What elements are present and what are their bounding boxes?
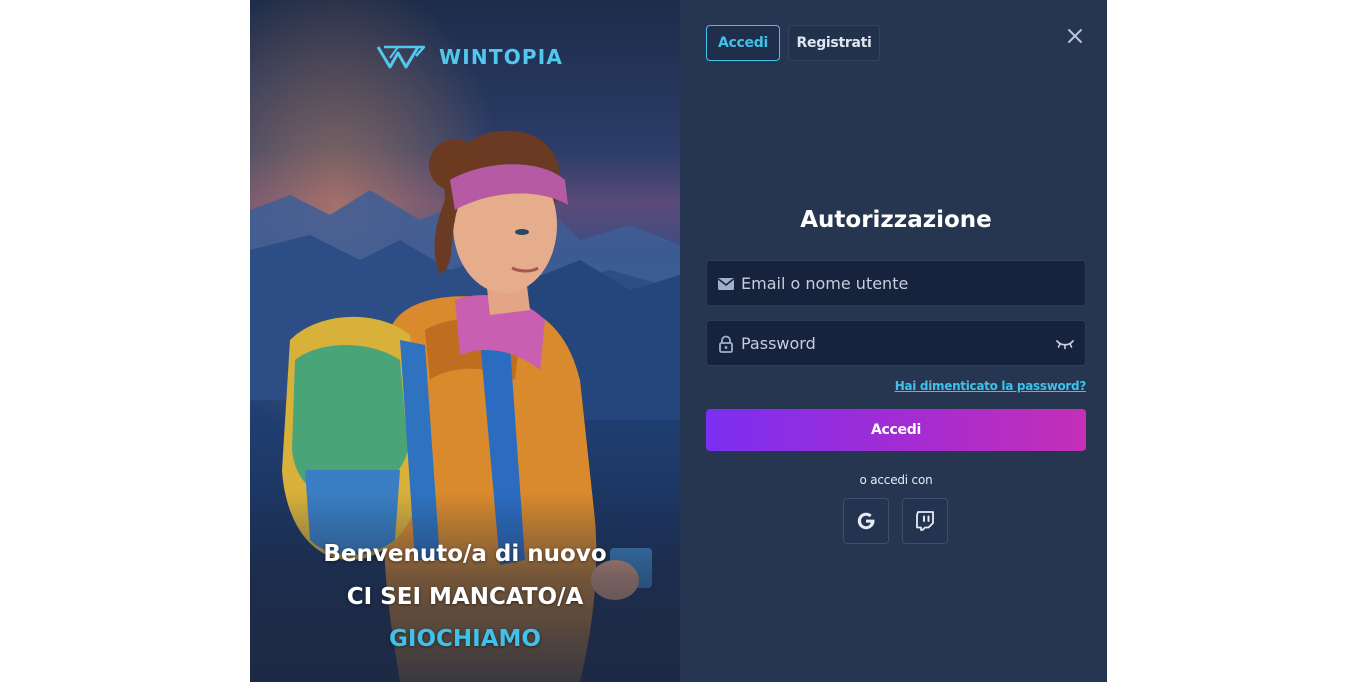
envelope-icon xyxy=(718,278,734,290)
google-icon xyxy=(857,512,875,530)
tab-register[interactable]: Registrati xyxy=(788,25,880,61)
social-login-label: o accedi con xyxy=(859,473,933,487)
hero-panel: WINTOPIA Benvenuto/a di nuovo CI SEI MAN… xyxy=(250,0,680,682)
form-title: Autorizzazione xyxy=(800,207,992,233)
hero-missed-text: CI SEI MANCATO/A xyxy=(346,584,584,610)
tab-login[interactable]: Accedi xyxy=(706,25,780,61)
auth-modal: WINTOPIA Benvenuto/a di nuovo CI SEI MAN… xyxy=(250,0,1107,682)
email-input[interactable] xyxy=(741,261,1041,305)
twitch-login-button[interactable] xyxy=(902,498,948,544)
brand-name: WINTOPIA xyxy=(439,45,564,69)
wintopia-logo-icon xyxy=(376,45,426,69)
close-icon[interactable] xyxy=(1065,26,1085,46)
brand-logo[interactable]: WINTOPIA xyxy=(376,44,563,70)
forgot-password-link[interactable]: Hai dimenticato la password? xyxy=(850,379,1087,393)
twitch-icon xyxy=(916,511,934,531)
login-submit-button[interactable]: Accedi xyxy=(706,409,1086,451)
google-login-button[interactable] xyxy=(843,498,889,544)
hero-welcome-text: Benvenuto/a di nuovo xyxy=(323,541,607,567)
hero-play-text: GIOCHIAMO xyxy=(389,626,541,652)
lock-icon xyxy=(719,335,733,353)
password-input[interactable] xyxy=(741,321,1041,365)
email-field[interactable] xyxy=(706,260,1086,306)
password-field[interactable] xyxy=(706,320,1086,366)
eye-closed-icon[interactable] xyxy=(1055,336,1075,352)
